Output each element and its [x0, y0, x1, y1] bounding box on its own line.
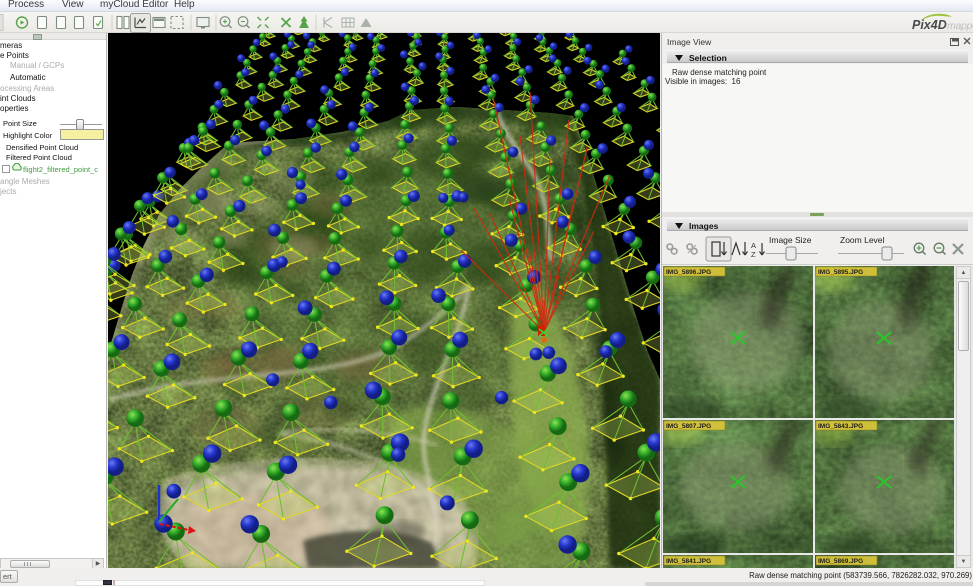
- svg-text:Pix4D: Pix4D: [912, 18, 947, 32]
- svg-text:IMG_5895.JPG: IMG_5895.JPG: [818, 269, 863, 276]
- svg-text:A: A: [751, 241, 756, 250]
- svg-text:IMG_5841.JPG: IMG_5841.JPG: [666, 558, 711, 565]
- svg-text:mapper: mapper: [947, 20, 973, 32]
- svg-text:Z: Z: [751, 250, 756, 259]
- svg-text:IMG_5843.JPG: IMG_5843.JPG: [818, 423, 863, 430]
- svg-text:IMG_5807.JPG: IMG_5807.JPG: [666, 423, 711, 430]
- svg-text:Image Size: Image Size: [769, 235, 812, 245]
- svg-text:Zoom Level: Zoom Level: [840, 235, 885, 245]
- svg-text:IMG_5869.JPG: IMG_5869.JPG: [818, 558, 863, 565]
- svg-text:IMG_5896.JPG: IMG_5896.JPG: [666, 269, 711, 276]
